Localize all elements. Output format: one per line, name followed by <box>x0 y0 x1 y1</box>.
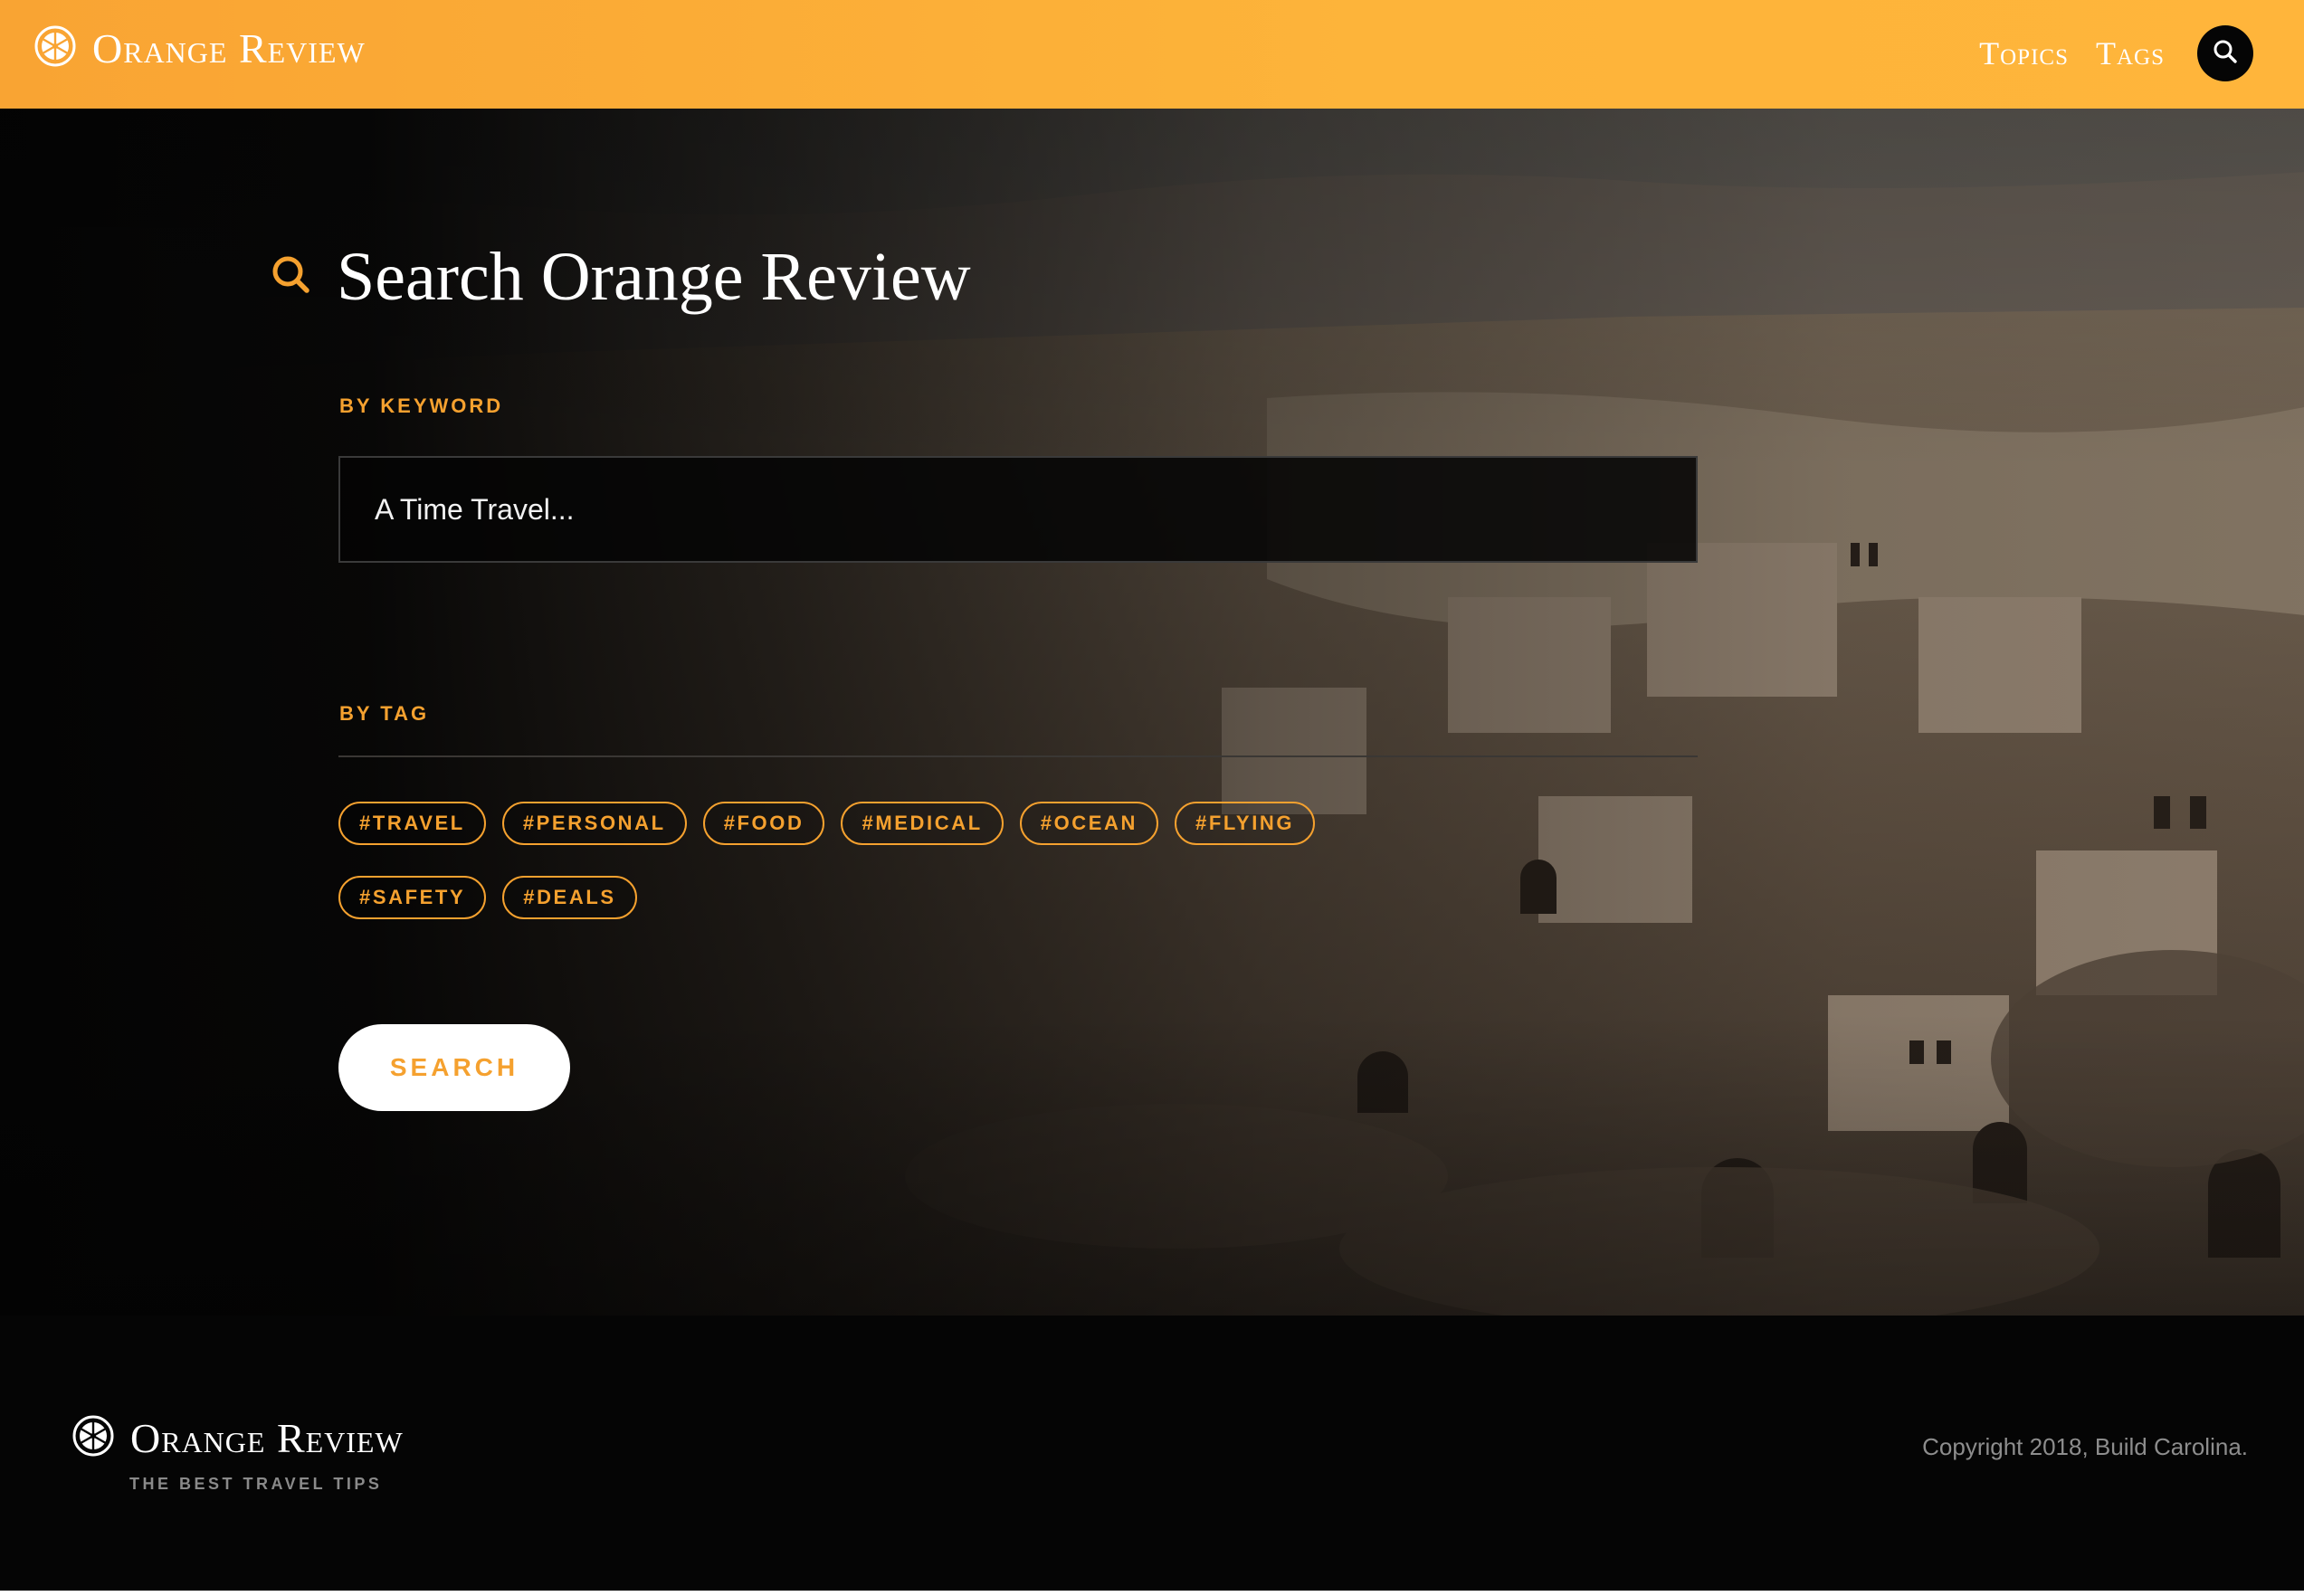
tag-travel[interactable]: #TRAVEL <box>338 802 486 845</box>
tag-flying[interactable]: #FLYING <box>1175 802 1316 845</box>
tag-list: #TRAVEL #PERSONAL #FOOD #MEDICAL #OCEAN … <box>338 802 1334 919</box>
main-nav: Topics Tags <box>1979 25 2253 81</box>
keyword-label: BY KEYWORD <box>339 394 504 417</box>
nav-topics-link[interactable]: Topics <box>1979 37 2069 70</box>
tag-safety[interactable]: #SAFETY <box>338 876 487 919</box>
tag-ocean[interactable]: #OCEAN <box>1019 802 1159 845</box>
orange-slice-icon <box>72 1415 114 1461</box>
search-submit-button[interactable]: SEARCH <box>338 1024 570 1111</box>
search-heading: Search Orange Review <box>270 242 971 311</box>
tag-deals[interactable]: #DEALS <box>502 876 637 919</box>
footer-tagline: THE BEST TRAVEL TIPS <box>129 1475 383 1493</box>
footer-brand-name: Orange Review <box>130 1414 404 1461</box>
footer-brand-link[interactable]: Orange Review <box>72 1415 404 1461</box>
tag-section-divider <box>338 755 1698 757</box>
site-header: Orange Review Topics Tags <box>0 0 2304 109</box>
copyright-text: Copyright 2018, Build Carolina. <box>1922 1433 2248 1460</box>
orange-slice-icon <box>34 25 76 71</box>
brand-logo-link[interactable]: Orange Review <box>34 25 366 71</box>
search-icon <box>270 253 313 301</box>
nav-tags-link[interactable]: Tags <box>2096 37 2165 70</box>
tag-personal[interactable]: #PERSONAL <box>501 802 687 845</box>
search-hero: Search Orange Review BY KEYWORD BY TAG #… <box>0 109 2304 1316</box>
site-footer: Orange Review THE BEST TRAVEL TIPS Copyr… <box>0 1316 2304 1591</box>
page-bottom-edge <box>0 1591 2304 1596</box>
keyword-search-input[interactable] <box>338 456 1698 563</box>
page-title: Search Orange Review <box>337 239 971 315</box>
tag-label: BY TAG <box>339 702 430 725</box>
header-search-button[interactable] <box>2197 25 2253 81</box>
tag-medical[interactable]: #MEDICAL <box>841 802 1004 845</box>
search-icon <box>2212 38 2239 70</box>
tag-food[interactable]: #FOOD <box>702 802 825 845</box>
brand-name: Orange Review <box>92 24 366 71</box>
